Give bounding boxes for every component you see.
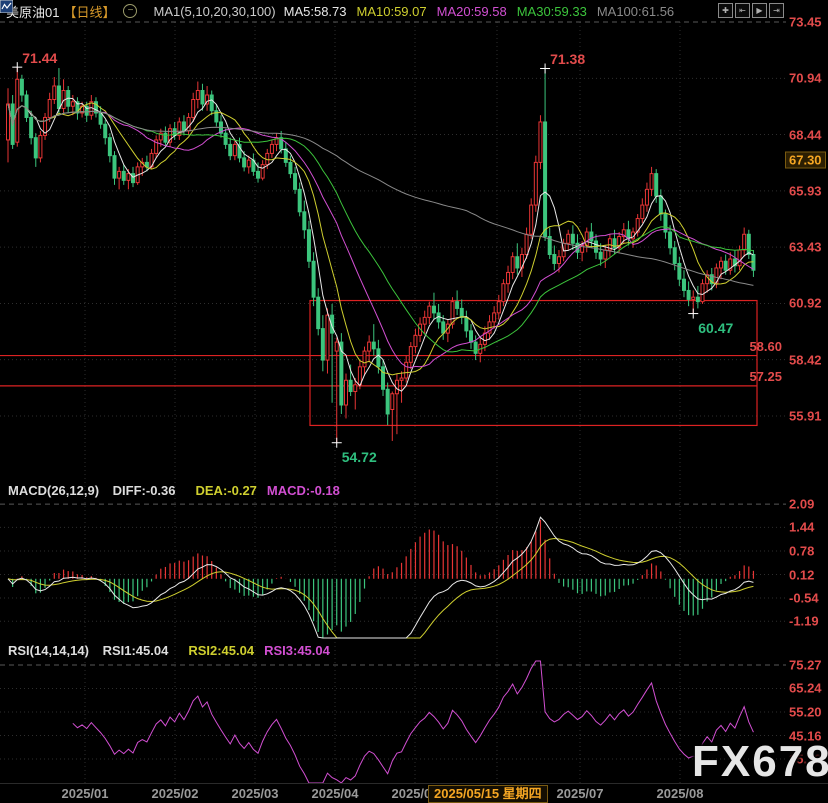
period-label: 【日线】 (63, 2, 115, 21)
rsi2-value: RSI2:45.04 (188, 643, 254, 658)
macd-axis-label: 0.12 (789, 567, 814, 582)
ma-value-label: MA100:61.56 (597, 4, 674, 19)
symbol-name: 美原油01 (6, 2, 59, 21)
diff-line (8, 517, 753, 638)
crosshair-price-label: 67.30 (785, 152, 826, 169)
watermark-fx678: FX678 (692, 737, 828, 787)
ma-value-label: MA5:58.73 (284, 4, 347, 19)
rsi1-value: RSI1:45.04 (103, 643, 169, 658)
y-axis-label: 65.93 (789, 183, 822, 198)
time-axis-label: 2025/08 (657, 786, 704, 801)
y-axis-label: 68.44 (789, 127, 822, 142)
y-axis-label: 55.91 (789, 409, 822, 424)
ma-value-label: MA30:59.33 (517, 4, 587, 19)
macd-pane-title: MACD(26,12,9) DIFF:-0.36 DEA:-0.27 MACD:-0… (8, 483, 350, 498)
macd-layer (8, 517, 753, 638)
collapse-indicator-icon[interactable]: − (123, 4, 137, 18)
macd-axis-label: 2.09 (789, 497, 814, 512)
ma-value-label: MA10:59.07 (357, 4, 427, 19)
rsi-line (73, 661, 754, 783)
y-axis-label: 70.94 (789, 71, 822, 86)
ma5-line (8, 98, 753, 391)
rsi-axis-label: 75.27 (789, 657, 822, 672)
macd-axis-label: -0.54 (789, 591, 819, 606)
ma-values: MA5:58.73 MA10:59.07 MA20:59.58 MA30:59.33 M… (284, 4, 675, 19)
macd-macd-value: MACD:-0.18 (267, 483, 340, 498)
dea-line (8, 539, 753, 639)
rsi-layer (73, 661, 754, 783)
time-axis-label: 2025/07 (557, 786, 604, 801)
time-axis-label: 2025/02 (152, 786, 199, 801)
macd-axis-label: 0.78 (789, 543, 814, 558)
ma30-line (8, 104, 753, 352)
low-annotation: 60.47 (698, 320, 733, 336)
rsi3-value: RSI3:45.04 (264, 643, 330, 658)
rsi-axis-label: 55.20 (789, 704, 822, 719)
chart-header: 美原油01 【日线】 − MA1(5,10,20,30,100) MA5:58.… (0, 0, 674, 22)
rsi-pane-title: RSI(14,14,14) RSI1:45.04 RSI2:45.04 RSI3:4… (8, 643, 340, 658)
chart-app: 美原油01 【日线】 − MA1(5,10,20,30,100) MA5:58.… (0, 0, 828, 803)
chart-toolbar: ✚⇤▶⇥ (718, 3, 784, 18)
time-axis-label: 2025/04 (312, 786, 359, 801)
rsi-title: RSI(14,14,14) (8, 643, 89, 658)
time-axis-label: 2025/01 (62, 786, 109, 801)
ma10-line (8, 103, 753, 375)
chart-canvas[interactable] (0, 0, 828, 803)
level-price-label: 58.60 (720, 339, 782, 354)
high-annotation: 71.44 (22, 50, 57, 66)
macd-title: MACD(26,12,9) (8, 483, 99, 498)
pan-crosshair-icon[interactable]: ✚ (718, 3, 733, 18)
low-annotation: 54.72 (342, 449, 377, 465)
y-axis-label: 73.45 (789, 15, 822, 30)
ma-lines (8, 98, 753, 391)
macd-diff-value: DIFF:-0.36 (113, 483, 176, 498)
scale-play-icon[interactable]: ▶ (752, 3, 767, 18)
scale-right-icon[interactable]: ⇥ (769, 3, 784, 18)
ma-value-label: MA20:59.58 (437, 4, 507, 19)
level-price-label: 57.25 (720, 369, 782, 384)
ma-settings-label: MA1(5,10,20,30,100) (153, 4, 275, 19)
macd-axis-label: -1.19 (789, 614, 819, 629)
rsi-axis-label: 65.24 (789, 681, 822, 696)
scale-left-icon[interactable]: ⇤ (735, 3, 750, 18)
macd-dea-value: DEA:-0.27 (196, 483, 257, 498)
high-annotation: 71.38 (550, 51, 585, 67)
macd-axis-label: 1.44 (789, 520, 814, 535)
y-axis-label: 60.92 (789, 296, 822, 311)
y-axis-label: 63.43 (789, 240, 822, 255)
time-axis-label: 2025/03 (232, 786, 279, 801)
crosshair-date-label: 2025/05/15 星期四 (428, 785, 548, 803)
ma100-line (8, 104, 753, 285)
y-axis-label: 58.42 (789, 352, 822, 367)
